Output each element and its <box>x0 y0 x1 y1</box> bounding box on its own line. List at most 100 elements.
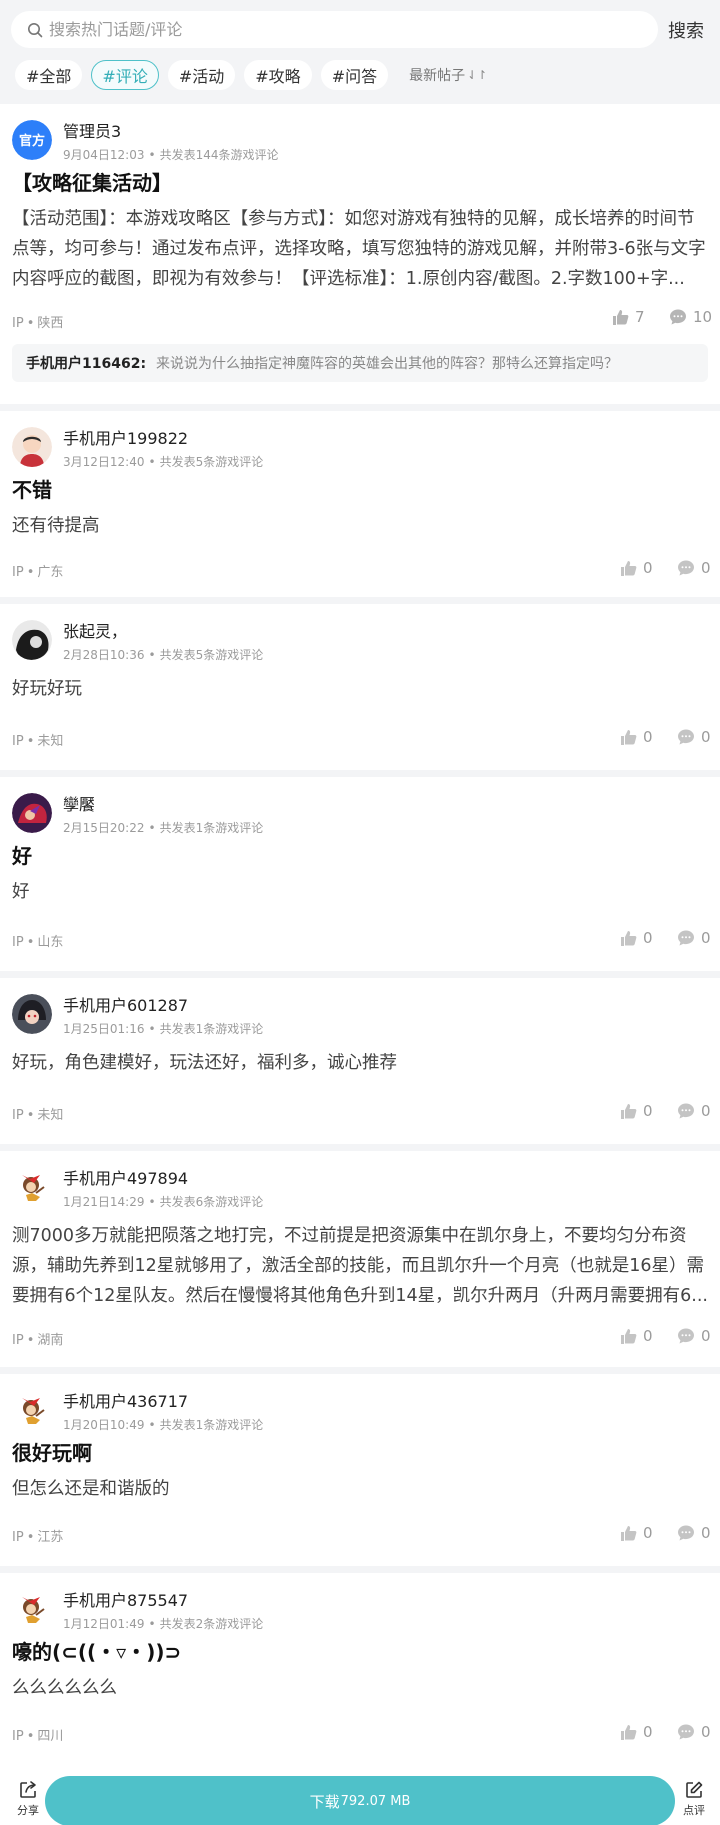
ip-location: IP • 未知 <box>12 1108 64 1123</box>
post-count: 共发表1条游戏评论 <box>159 1418 264 1432</box>
comment-bubble-icon <box>678 1103 694 1119</box>
search-input[interactable] <box>49 20 609 39</box>
comment-button[interactable]: 0 <box>677 728 711 746</box>
post-time: 2月28日10:36 <box>63 648 145 662</box>
author-name[interactable]: 手机用户497894 <box>63 1165 188 1189</box>
comment-button[interactable]: 0 <box>677 1723 711 1741</box>
post-card[interactable]: 手机用户601287 1月25日01:16 • 共发表1条游戏评论 好玩，角色建模好… <box>0 978 720 1144</box>
post-meta: 3月12日12:40 • 共发表5条游戏评论 <box>63 455 264 469</box>
post-time: 1月25日01:16 <box>63 1022 145 1036</box>
comment-bubble-icon <box>670 309 686 325</box>
like-button[interactable]: 0 <box>619 728 653 746</box>
like-button[interactable]: 0 <box>619 1524 653 1542</box>
ip-location: IP • 四川 <box>12 1729 64 1744</box>
thumbs-up-icon <box>621 561 637 576</box>
thumbs-up-icon <box>621 730 637 745</box>
post-card[interactable]: 手机用户436717 1月20日10:49 • 共发表1条游戏评论 很好玩啊 但怎么… <box>0 1374 720 1566</box>
comment-count: 0 <box>701 1723 711 1741</box>
avatar[interactable]: 官方 <box>12 120 52 160</box>
author-name[interactable]: 张起灵， <box>63 618 127 642</box>
post-time: 1月20日10:49 <box>63 1418 145 1432</box>
comment-button[interactable]: 0 <box>677 1102 711 1120</box>
post-count: 共发表5条游戏评论 <box>159 648 264 662</box>
post-card[interactable]: 手机用户497894 1月21日14:29 • 共发表6条游戏评论 测7000多万就… <box>0 1151 720 1367</box>
tab-activity[interactable]: #活动 <box>167 60 236 90</box>
post-body: 【活动范围】：本游戏攻略区【参与方式】：如您对游戏有独特的见解，成长培养的时间节… <box>12 209 706 289</box>
comment-button[interactable]: 10 <box>669 308 712 326</box>
post-count: 共发表1条游戏评论 <box>159 1022 264 1036</box>
post-card[interactable]: 官方 管理员3 9月04日12:03 • 共发表144条游戏评论 【攻略征集活动】 … <box>0 104 720 404</box>
like-button[interactable]: 0 <box>619 929 653 947</box>
post-body: 还有待提高 <box>12 516 100 536</box>
author-name[interactable]: 手机用户199822 <box>63 425 188 449</box>
like-count: 0 <box>643 728 653 746</box>
author-name[interactable]: 手机用户875547 <box>63 1587 188 1611</box>
like-count: 0 <box>643 1524 653 1542</box>
post-card[interactable]: 手机用户875547 1月12日01:49 • 共发表2条游戏评论 嚎的(⊂((・▿… <box>0 1573 720 1783</box>
edit-icon <box>686 1781 703 1798</box>
comment-button[interactable]: 0 <box>677 1327 711 1345</box>
user-avatar-image <box>12 427 52 467</box>
post-meta: 1月20日10:49 • 共发表1条游戏评论 <box>63 1418 264 1432</box>
sort-dropdown[interactable]: 最新帖子 ⇃↾ <box>409 65 487 85</box>
like-count: 0 <box>643 1327 653 1345</box>
tab-comments[interactable]: #评论 <box>91 60 159 90</box>
post-meta: 9月04日12:03 • 共发表144条游戏评论 <box>63 148 279 162</box>
like-button[interactable]: 0 <box>619 1723 653 1741</box>
comment-bubble-icon <box>678 1525 694 1541</box>
comment-button[interactable]: 0 <box>677 1524 711 1542</box>
author-name[interactable]: 管理员3 <box>63 118 121 142</box>
post-body: 好玩好玩 <box>12 679 82 699</box>
post-time: 1月21日14:29 <box>63 1195 145 1209</box>
post-card[interactable]: 孿饜 2月15日20:22 • 共发表1条游戏评论 好 好 IP • 山东 0 0 <box>0 777 720 971</box>
ip-value: 广东 <box>37 565 64 580</box>
avatar[interactable] <box>12 1589 52 1629</box>
top-reply[interactable]: 手机用户116462: 来说说为什么抽指定神魔阵容的英雄会出其他的阵容？那特么还… <box>12 344 708 382</box>
post-meta: 2月28日10:36 • 共发表5条游戏评论 <box>63 648 264 662</box>
comment-count: 0 <box>701 559 711 577</box>
tab-guides[interactable]: #攻略 <box>244 60 312 90</box>
like-button[interactable]: 0 <box>619 1102 653 1120</box>
like-button[interactable]: 0 <box>619 1327 653 1345</box>
ip-value: 未知 <box>37 734 64 749</box>
avatar[interactable] <box>12 1167 52 1207</box>
comment-bubble-icon <box>678 1328 694 1344</box>
tab-qa[interactable]: #问答 <box>320 60 389 90</box>
review-button[interactable]: 点评 <box>679 1780 709 1818</box>
share-icon <box>20 1781 36 1798</box>
like-button[interactable]: 7 <box>611 308 645 326</box>
ip-label: IP <box>12 1333 24 1348</box>
author-name[interactable]: 手机用户601287 <box>63 992 188 1016</box>
post-feed: 官方 管理员3 9月04日12:03 • 共发表144条游戏评论 【攻略征集活动】 … <box>0 104 720 1783</box>
author-name[interactable]: 手机用户436717 <box>63 1388 188 1412</box>
author-name[interactable]: 孿饜 <box>63 791 95 815</box>
tab-all[interactable]: #全部 <box>15 60 83 90</box>
search-button[interactable]: 搜索 <box>668 17 704 43</box>
avatar[interactable] <box>12 427 52 467</box>
post-time: 9月04日12:03 <box>63 148 145 162</box>
post-meta: 1月25日01:16 • 共发表1条游戏评论 <box>63 1022 264 1036</box>
like-count: 0 <box>643 559 653 577</box>
download-button[interactable]: 下载 792.07 MB <box>45 1776 675 1825</box>
comment-button[interactable]: 0 <box>677 929 711 947</box>
reply-user[interactable]: 手机用户116462: <box>26 353 146 373</box>
avatar[interactable] <box>12 994 52 1034</box>
comment-button[interactable]: 0 <box>677 559 711 577</box>
ip-location: IP • 广东 <box>12 565 64 580</box>
comment-bubble-icon <box>678 729 694 745</box>
avatar[interactable] <box>12 793 52 833</box>
avatar[interactable] <box>12 620 52 660</box>
official-badge-text: 官方 <box>19 133 45 149</box>
avatar[interactable] <box>12 1390 52 1430</box>
ip-value: 江苏 <box>37 1530 64 1545</box>
post-card[interactable]: 张起灵， 2月28日10:36 • 共发表5条游戏评论 好玩好玩 IP • 未知 0 0 <box>0 604 720 770</box>
thumbs-up-icon <box>613 310 629 325</box>
search-icon <box>28 22 43 37</box>
post-card[interactable]: 手机用户199822 3月12日12:40 • 共发表5条游戏评论 不错 还有待提高… <box>0 411 720 597</box>
official-badge-icon: 官方 <box>12 120 52 160</box>
like-button[interactable]: 0 <box>619 559 653 577</box>
comment-bubble-icon <box>678 560 694 576</box>
post-time: 2月15日20:22 <box>63 821 145 835</box>
search-box[interactable] <box>11 11 658 48</box>
share-button[interactable]: 分享 <box>14 1780 42 1818</box>
